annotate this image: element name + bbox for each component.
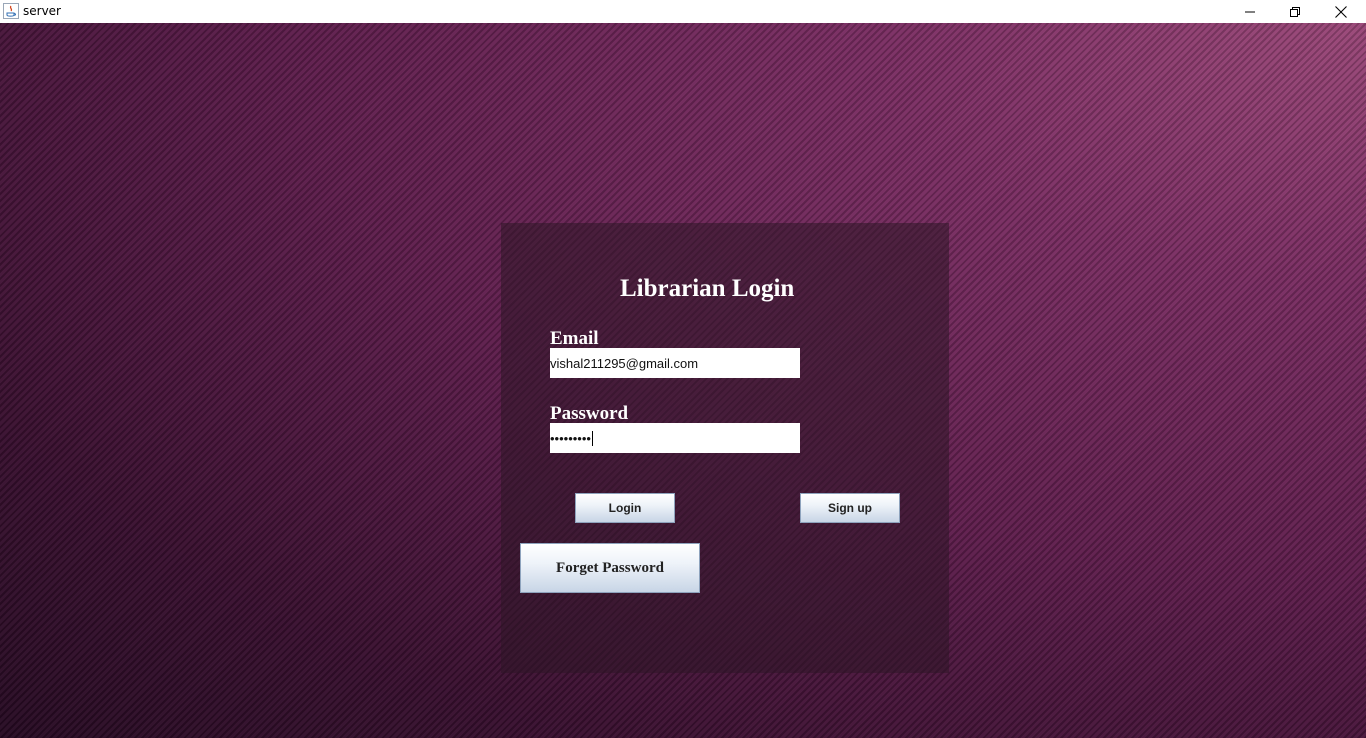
email-field[interactable]: vishal211295@gmail.com [550, 348, 800, 378]
email-label: Email [550, 328, 599, 349]
close-icon [1335, 5, 1347, 18]
password-label: Password [550, 403, 629, 424]
app-window: server Librarian Login Email vishal21129… [0, 0, 1366, 738]
text-caret [591, 430, 593, 446]
signup-button[interactable]: Sign up [800, 493, 900, 523]
minimize-button[interactable] [1227, 0, 1273, 23]
minimize-icon [1245, 7, 1255, 17]
restore-button[interactable] [1272, 0, 1318, 23]
login-button[interactable]: Login [575, 493, 675, 523]
window-title: server [23, 4, 61, 18]
title-bar[interactable]: server [0, 0, 1366, 23]
restore-icon [1290, 6, 1300, 17]
close-button[interactable] [1318, 0, 1364, 23]
background-area: Librarian Login Email vishal211295@gmail… [0, 23, 1366, 738]
forget-password-button[interactable]: Forget Password [520, 543, 700, 593]
login-heading: Librarian Login [620, 275, 795, 302]
email-value: vishal211295@gmail.com [550, 355, 699, 371]
password-value: ••••••••• [550, 430, 591, 446]
java-app-icon [3, 3, 19, 19]
password-field[interactable]: ••••••••• [550, 423, 800, 453]
